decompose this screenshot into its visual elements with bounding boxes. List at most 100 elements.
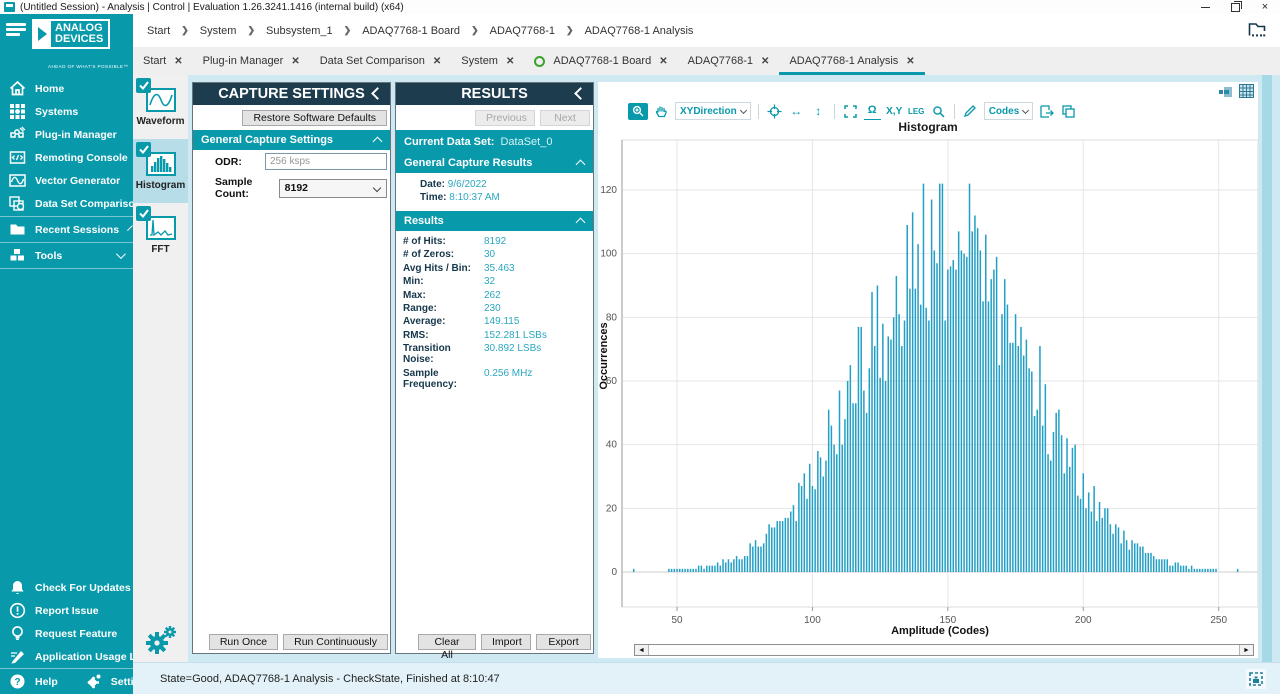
chevron-up-icon bbox=[576, 160, 586, 170]
tab-adaq7768-1-board[interactable]: ADAQ7768-1 Board✕ bbox=[524, 47, 677, 75]
title-bar: (Untitled Session) - Analysis | Control … bbox=[0, 0, 1280, 14]
codes-units-dropdown[interactable]: Codes bbox=[984, 102, 1034, 120]
clear-all-button[interactable]: Clear All bbox=[418, 634, 476, 650]
horizontal-zoom-button[interactable]: ↔ bbox=[788, 103, 805, 120]
xy-coordinates-toggle[interactable]: X,Y bbox=[886, 103, 903, 120]
grid-view-icon[interactable] bbox=[1239, 84, 1254, 103]
histogram-plot[interactable]: 02040608010012050100150200250Amplitude (… bbox=[598, 136, 1258, 642]
pan-hand-button[interactable] bbox=[653, 103, 670, 120]
general-capture-results-section[interactable]: General Capture Results bbox=[396, 153, 593, 173]
sidebar-item-application-usage-logging[interactable]: Application Usage Logging bbox=[0, 645, 133, 668]
dock-panel-icon[interactable] bbox=[1219, 85, 1232, 103]
run-continuously-button[interactable]: Run Continuously bbox=[283, 634, 388, 650]
panel-title: CAPTURE SETTINGS bbox=[218, 86, 365, 102]
close-button[interactable]: × bbox=[1250, 0, 1280, 14]
tool-histogram[interactable]: Histogram bbox=[133, 139, 188, 203]
waveform-checkbox[interactable] bbox=[136, 78, 151, 93]
tab-adaq7768-1-analysis[interactable]: ADAQ7768-1 Analysis✕ bbox=[779, 47, 924, 75]
session-folder-icon[interactable] bbox=[1248, 22, 1266, 40]
tool-waveform[interactable]: Waveform bbox=[133, 75, 188, 139]
annotate-pencil-button[interactable] bbox=[962, 103, 979, 120]
minimize-button[interactable] bbox=[1190, 0, 1220, 14]
breadcrumb-item[interactable]: ADAQ7768-1 Analysis bbox=[581, 25, 698, 37]
sidebar-item-data-set-comparison[interactable]: Data Set Comparison bbox=[0, 192, 133, 215]
collapse-panel-icon[interactable] bbox=[371, 87, 384, 100]
tab-start[interactable]: Start ✕ bbox=[133, 47, 193, 75]
sidebar-item-home[interactable]: Home bbox=[0, 77, 133, 100]
tab-close-icon[interactable]: ✕ bbox=[659, 56, 667, 67]
run-once-button[interactable]: Run Once bbox=[209, 634, 278, 650]
export-button[interactable]: Export bbox=[536, 634, 591, 650]
fit-to-view-button[interactable] bbox=[842, 103, 859, 120]
current-data-set-value: DataSet_0 bbox=[500, 136, 552, 148]
results-stats: # of Hits:8192 # of Zeros:30 Avg Hits / … bbox=[396, 231, 593, 392]
results-section[interactable]: Results bbox=[396, 211, 593, 231]
import-button[interactable]: Import bbox=[481, 634, 531, 650]
chevron-down-icon bbox=[1022, 106, 1029, 113]
tab-adaq7768-1[interactable]: ADAQ7768-1✕ bbox=[678, 47, 780, 75]
restore-software-defaults-button[interactable]: Restore Software Defaults bbox=[242, 110, 387, 126]
svg-text:100: 100 bbox=[804, 615, 821, 626]
sidebar-item-systems[interactable]: Systems bbox=[0, 100, 133, 123]
tab-close-icon[interactable]: ✕ bbox=[906, 56, 914, 67]
analysis-settings-gears[interactable] bbox=[133, 624, 188, 656]
sample-count-dropdown[interactable]: 8192 bbox=[279, 179, 387, 198]
tab-label: Start bbox=[143, 55, 166, 67]
export-chart-button[interactable] bbox=[1038, 103, 1055, 120]
panel-title: RESULTS bbox=[461, 86, 528, 102]
breadcrumb-item[interactable]: ADAQ7768-1 Board bbox=[358, 25, 464, 37]
sidebar: ANALOGDEVICES AHEAD OF WHAT'S POSSIBLE™ … bbox=[0, 14, 133, 694]
stat-row: Sample Frequency:0.256 MHz bbox=[403, 368, 593, 390]
xydirection-dropdown[interactable]: XYDirection bbox=[675, 102, 751, 120]
tab-close-icon[interactable]: ✕ bbox=[506, 56, 514, 67]
tab-close-icon[interactable]: ✕ bbox=[291, 56, 299, 67]
tab-close-icon[interactable]: ✕ bbox=[174, 56, 182, 67]
sidebar-item-help[interactable]: ? Help bbox=[0, 669, 58, 694]
histogram-checkbox[interactable] bbox=[136, 142, 151, 157]
sidebar-item-vector-generator[interactable]: Vector Generator bbox=[0, 169, 133, 192]
sidebar-item-plugin-manager[interactable]: Plug-in Manager bbox=[0, 123, 133, 146]
zoom-window-button[interactable] bbox=[930, 103, 947, 120]
zoom-select-button[interactable] bbox=[628, 103, 648, 120]
sidebar-item-check-for-updates[interactable]: Check For Updates bbox=[0, 576, 133, 599]
tool-fft[interactable]: FFT bbox=[133, 203, 188, 267]
scroll-left-arrow[interactable]: ◄ bbox=[635, 645, 648, 655]
breadcrumb-item[interactable]: System bbox=[196, 25, 241, 37]
svg-text:120: 120 bbox=[600, 185, 617, 196]
sidebar-item-remoting-console[interactable]: Remoting Console bbox=[0, 146, 133, 169]
breadcrumb-item[interactable]: Start bbox=[143, 25, 174, 37]
right-splitter-strip[interactable] bbox=[1262, 75, 1272, 662]
tab-system[interactable]: System✕ bbox=[451, 47, 524, 75]
menu-toggle-icon[interactable] bbox=[6, 23, 26, 38]
scroll-right-arrow[interactable]: ► bbox=[1240, 645, 1253, 655]
breadcrumb-item[interactable]: Subsystem_1 bbox=[262, 25, 337, 37]
stat-value: 230 bbox=[484, 303, 501, 314]
crosshair-button[interactable] bbox=[766, 103, 783, 120]
sidebar-item-report-issue[interactable]: Report Issue bbox=[0, 599, 133, 622]
tab-close-icon[interactable]: ✕ bbox=[433, 56, 441, 67]
legend-toggle[interactable]: LEG bbox=[908, 103, 925, 120]
chart-horizontal-scrollbar[interactable]: ◄ ► bbox=[634, 644, 1254, 656]
previous-button[interactable]: Previous bbox=[475, 110, 535, 126]
scrollbar-thumb[interactable] bbox=[648, 645, 1240, 655]
sidebar-item-request-feature[interactable]: Request Feature bbox=[0, 622, 133, 645]
breadcrumb-item[interactable]: ADAQ7768-1 bbox=[486, 25, 559, 37]
fft-checkbox[interactable] bbox=[136, 206, 151, 221]
sidebar-item-label: Home bbox=[35, 83, 64, 95]
undo-zoom-button[interactable]: Ω bbox=[864, 102, 881, 120]
copy-chart-button[interactable] bbox=[1060, 103, 1077, 120]
tab-plugin-manager[interactable]: Plug-in Manager✕ bbox=[193, 47, 310, 75]
stat-label: Avg Hits / Bin: bbox=[403, 263, 484, 274]
vertical-zoom-button[interactable]: ↕ bbox=[810, 103, 827, 120]
next-button[interactable]: Next bbox=[540, 110, 590, 126]
collapse-panel-icon[interactable] bbox=[574, 87, 587, 100]
screenshot-feedback-button[interactable] bbox=[1246, 669, 1266, 689]
odr-input[interactable] bbox=[265, 153, 387, 170]
sidebar-item-tools[interactable]: Tools bbox=[0, 244, 133, 267]
tab-data-set-comparison[interactable]: Data Set Comparison✕ bbox=[310, 47, 452, 75]
restore-button[interactable] bbox=[1220, 0, 1250, 14]
general-capture-settings-section[interactable]: General Capture Settings bbox=[193, 130, 390, 150]
help-icon: ? bbox=[9, 673, 26, 690]
tab-close-icon[interactable]: ✕ bbox=[761, 56, 769, 67]
sidebar-item-recent-sessions[interactable]: Recent Sessions bbox=[0, 218, 133, 241]
